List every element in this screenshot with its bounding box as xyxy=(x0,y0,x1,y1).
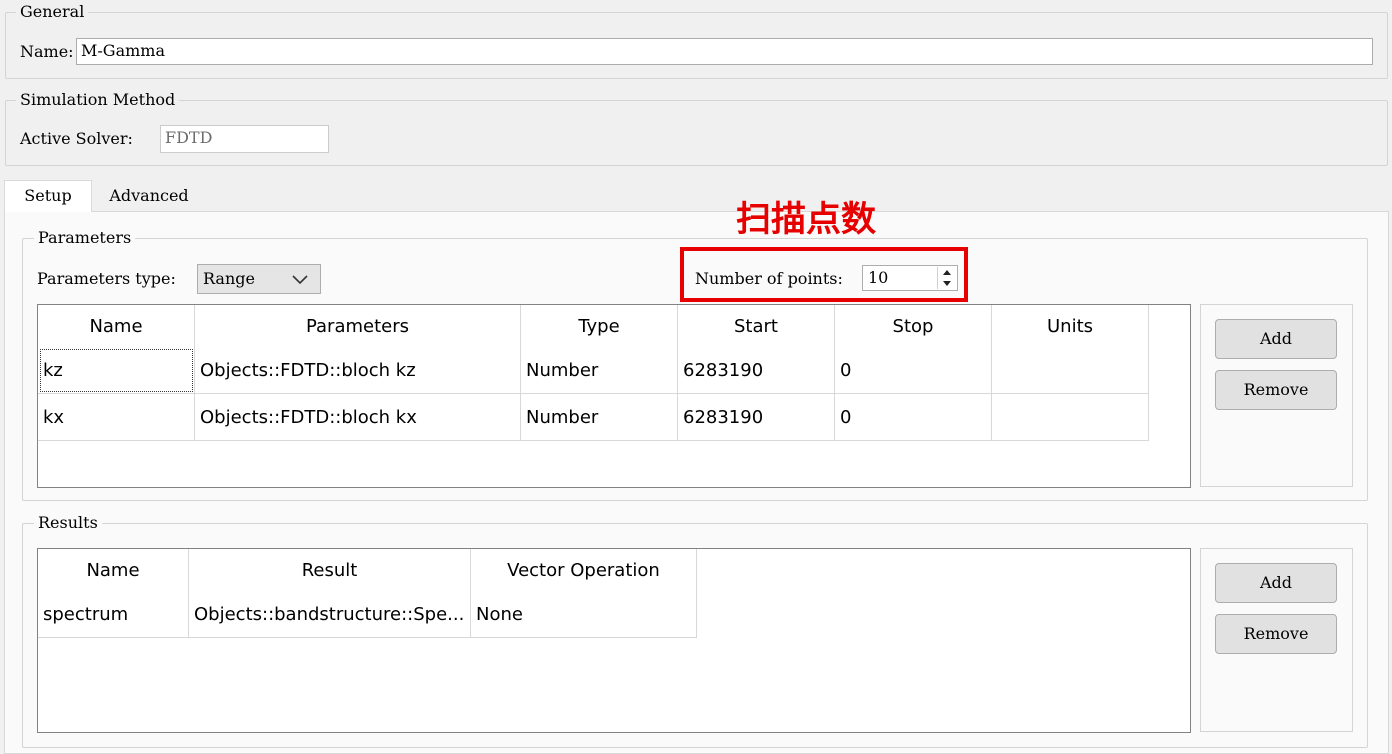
name-input[interactable]: M-Gamma xyxy=(76,38,1373,65)
chevron-down-icon xyxy=(292,275,308,285)
parameters-col-units[interactable]: Units xyxy=(991,305,1149,347)
add-parameter-button[interactable]: Add xyxy=(1215,319,1337,359)
param-type-cell[interactable]: Number xyxy=(520,393,678,441)
parameters-col-name[interactable]: Name xyxy=(38,305,195,347)
parameters-col-type[interactable]: Type xyxy=(520,305,678,347)
param-name-cell[interactable]: kx xyxy=(38,393,195,441)
results-col-result[interactable]: Result xyxy=(188,549,471,591)
active-solver-label: Active Solver: xyxy=(20,129,133,148)
results-header-row: Name Result Vector Operation xyxy=(38,549,697,591)
table-row[interactable]: kz Objects::FDTD::bloch kz Number 628319… xyxy=(38,347,1149,394)
param-type-cell[interactable]: Number xyxy=(520,347,678,394)
result-vector-operation-cell[interactable]: None xyxy=(470,591,697,638)
annotation-text: 扫描点数 xyxy=(736,200,877,240)
results-col-vector-operation[interactable]: Vector Operation xyxy=(470,549,697,591)
param-parameters-cell[interactable]: Objects::FDTD::bloch kz xyxy=(194,347,521,394)
param-stop-cell[interactable]: 0 xyxy=(834,347,992,394)
tab-advanced[interactable]: Advanced xyxy=(96,180,202,211)
parameters-col-parameters[interactable]: Parameters xyxy=(194,305,521,347)
parameters-grid: Name Parameters Type Start Stop Units kz… xyxy=(38,305,1149,441)
parameters-table: Name Parameters Type Start Stop Units kz… xyxy=(37,304,1191,488)
remove-parameter-button[interactable]: Remove xyxy=(1215,370,1337,410)
name-label: Name: xyxy=(20,42,74,61)
parameters-type-select[interactable]: Range xyxy=(197,264,321,294)
param-parameters-cell[interactable]: Objects::FDTD::bloch kx xyxy=(194,393,521,441)
results-grid: Name Result Vector Operation spectrum Ob… xyxy=(38,549,697,638)
table-row[interactable]: spectrum Objects::bandstructure::Spe... … xyxy=(38,591,697,638)
param-stop-cell[interactable]: 0 xyxy=(834,393,992,441)
parameters-type-value: Range xyxy=(203,269,255,288)
parameters-header-row: Name Parameters Type Start Stop Units xyxy=(38,305,1149,347)
active-solver-field: FDTD xyxy=(160,125,329,153)
tab-setup[interactable]: Setup xyxy=(4,180,92,212)
result-result-cell[interactable]: Objects::bandstructure::Spe... xyxy=(188,591,471,638)
annotation-highlight-box xyxy=(680,247,968,302)
add-result-button[interactable]: Add xyxy=(1215,563,1337,603)
parameters-group-title: Parameters xyxy=(34,228,136,248)
param-units-cell[interactable] xyxy=(991,393,1149,441)
general-group-title: General xyxy=(16,2,89,22)
remove-result-button[interactable]: Remove xyxy=(1215,614,1337,654)
param-start-cell[interactable]: 6283190 xyxy=(677,347,835,394)
parameters-col-start[interactable]: Start xyxy=(677,305,835,347)
simulation-method-title: Simulation Method xyxy=(16,90,180,110)
parameters-type-label: Parameters type: xyxy=(37,269,176,288)
table-row[interactable]: kx Objects::FDTD::bloch kx Number 628319… xyxy=(38,393,1149,441)
result-name-cell[interactable]: spectrum xyxy=(38,591,189,638)
results-col-name[interactable]: Name xyxy=(38,549,189,591)
param-name-cell[interactable]: kz xyxy=(38,347,195,394)
param-units-cell[interactable] xyxy=(991,347,1149,394)
results-table: Name Result Vector Operation spectrum Ob… xyxy=(37,548,1191,733)
results-group-title: Results xyxy=(34,513,102,533)
param-start-cell[interactable]: 6283190 xyxy=(677,393,835,441)
parameters-col-stop[interactable]: Stop xyxy=(834,305,992,347)
